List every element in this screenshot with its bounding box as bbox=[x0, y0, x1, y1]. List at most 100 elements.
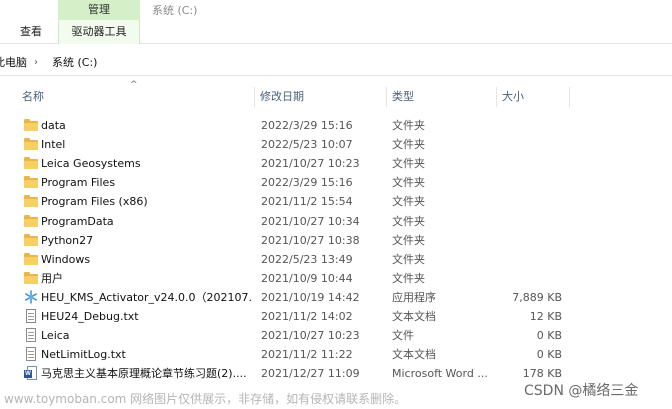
file-row[interactable]: 用户 2021/10/9 10:44 文件夹 bbox=[0, 269, 672, 288]
file-name: 用户 bbox=[41, 271, 63, 285]
file-name: 马克思主义基本原理概论章节练习题(2).... bbox=[41, 367, 247, 381]
file-size bbox=[498, 250, 562, 269]
file-modified-date: 2021/10/9 10:44 bbox=[261, 271, 353, 285]
file-type: 文件夹 bbox=[392, 138, 425, 152]
file-row[interactable]: data 2022/3/29 15:16 文件夹 bbox=[0, 116, 672, 135]
breadcrumb-this-pc[interactable]: 此电脑 bbox=[0, 50, 27, 76]
file-name: ProgramData bbox=[41, 214, 114, 228]
file-type: 文本文档 bbox=[392, 348, 436, 362]
file-name: NetLimitLog.txt bbox=[41, 348, 126, 362]
tab-drive-tools[interactable]: 驱动器工具 bbox=[58, 20, 140, 44]
file-type: 文件夹 bbox=[392, 195, 425, 209]
column-header-modified[interactable]: 修改日期 bbox=[256, 84, 384, 110]
file-name: Program Files (x86) bbox=[41, 195, 148, 209]
column-header-name[interactable]: 名称 bbox=[18, 84, 254, 110]
file-size bbox=[498, 269, 562, 288]
file-type: 文件夹 bbox=[392, 271, 425, 285]
file-name: Leica Geosystems bbox=[41, 157, 141, 171]
file-row[interactable]: Python27 2021/10/27 10:38 文件夹 bbox=[0, 231, 672, 250]
column-divider[interactable] bbox=[386, 87, 387, 107]
file-row[interactable]: Leica 2021/10/27 10:23 文件 0 KB bbox=[0, 326, 672, 345]
file-size bbox=[498, 231, 562, 250]
file-row[interactable]: HEU_KMS_Activator_v24.0.0（202107... 2021/… bbox=[0, 288, 672, 307]
file-row[interactable]: Intel 2022/5/23 10:07 文件夹 bbox=[0, 135, 672, 154]
file-type: 文件夹 bbox=[392, 157, 425, 171]
text-file-icon bbox=[24, 328, 38, 343]
ribbon-context-bar: 管理 系统 (C:) bbox=[0, 0, 672, 20]
column-divider[interactable] bbox=[254, 87, 255, 107]
file-modified-date: 2022/5/23 10:07 bbox=[261, 138, 353, 152]
file-row[interactable]: ProgramData 2021/10/27 10:34 文件夹 bbox=[0, 212, 672, 231]
file-modified-date: 2022/3/29 15:16 bbox=[261, 176, 353, 190]
folder-icon bbox=[24, 214, 38, 228]
file-size bbox=[498, 212, 562, 231]
tab-manage[interactable]: 管理 bbox=[58, 0, 140, 20]
file-type: 文件夹 bbox=[392, 233, 425, 247]
file-type: Microsoft Word ... bbox=[392, 367, 488, 381]
file-row[interactable]: NetLimitLog.txt 2021/11/2 11:22 文本文档 0 KB bbox=[0, 345, 672, 364]
file-type: 文件夹 bbox=[392, 119, 425, 132]
folder-icon bbox=[24, 175, 38, 189]
file-modified-date: 2021/11/2 14:02 bbox=[261, 310, 353, 323]
ribbon-tabs: 查看 驱动器工具 bbox=[0, 20, 672, 44]
folder-icon bbox=[24, 271, 38, 285]
file-type: 文本文档 bbox=[392, 310, 436, 323]
breadcrumb-chevron-icon[interactable]: › bbox=[34, 50, 38, 76]
folder-icon bbox=[24, 137, 38, 151]
file-row[interactable]: Windows 2022/5/23 13:49 文件夹 bbox=[0, 250, 672, 269]
file-name: Windows bbox=[41, 252, 91, 266]
folder-icon bbox=[24, 194, 38, 208]
file-type: 文件夹 bbox=[392, 252, 425, 266]
file-size bbox=[498, 116, 562, 135]
snowflake-app-icon bbox=[24, 290, 38, 304]
folder-icon bbox=[24, 233, 38, 247]
file-name: Python27 bbox=[41, 233, 94, 247]
file-modified-date: 2021/12/27 11:09 bbox=[261, 367, 360, 381]
column-divider[interactable] bbox=[569, 87, 570, 107]
file-modified-date: 2021/11/2 15:54 bbox=[261, 195, 353, 209]
column-header-type[interactable]: 类型 bbox=[388, 84, 494, 110]
text-file-icon bbox=[24, 309, 38, 323]
breadcrumb-drive[interactable]: 系统 (C:) bbox=[52, 50, 97, 76]
file-size: 7,889 KB bbox=[512, 290, 562, 304]
text-file-icon bbox=[24, 347, 38, 362]
file-size bbox=[498, 192, 562, 211]
file-size bbox=[498, 173, 562, 192]
file-type: 文件夹 bbox=[392, 176, 425, 190]
watermark-text: www.toymoban.com 网络图片仅供展示，非存储，如有侵权请联系删除。 bbox=[4, 392, 407, 406]
file-size: 12 KB bbox=[529, 310, 562, 323]
file-modified-date: 2022/3/29 15:16 bbox=[261, 119, 353, 132]
folder-icon bbox=[24, 118, 38, 132]
file-name: data bbox=[41, 119, 66, 132]
window-title: 系统 (C:) bbox=[152, 4, 198, 17]
column-header-row: 名称 修改日期 类型 大小 bbox=[0, 84, 672, 110]
column-header-size[interactable]: 大小 bbox=[498, 84, 568, 110]
address-bar[interactable]: 此电脑 › 系统 (C:) bbox=[0, 50, 672, 76]
file-row[interactable]: HEU24_Debug.txt 2021/11/2 14:02 文本文档 12 KB bbox=[0, 307, 672, 326]
file-row[interactable]: Program Files (x86) 2021/11/2 15:54 文件夹 bbox=[0, 192, 672, 211]
file-name: HEU_KMS_Activator_v24.0.0（202107... bbox=[41, 290, 251, 304]
file-size: 0 KB bbox=[536, 329, 562, 343]
file-type: 文件夹 bbox=[392, 214, 425, 228]
file-size: 0 KB bbox=[536, 348, 562, 362]
file-modified-date: 2021/11/2 11:22 bbox=[261, 348, 353, 362]
file-type: 应用程序 bbox=[392, 290, 436, 304]
column-divider[interactable] bbox=[496, 87, 497, 107]
file-size bbox=[498, 135, 562, 154]
file-row[interactable]: Program Files 2022/3/29 15:16 文件夹 bbox=[0, 173, 672, 192]
file-type: 文件 bbox=[392, 329, 414, 343]
csdn-watermark: CSDN @橘络三金 bbox=[524, 383, 639, 399]
word-doc-icon: W bbox=[24, 366, 38, 381]
file-row[interactable]: Leica Geosystems 2021/10/27 10:23 文件夹 bbox=[0, 154, 672, 173]
file-modified-date: 2022/5/23 13:49 bbox=[261, 252, 353, 266]
file-modified-date: 2021/10/27 10:23 bbox=[261, 329, 360, 343]
file-name: HEU24_Debug.txt bbox=[41, 310, 139, 323]
file-modified-date: 2021/10/27 10:34 bbox=[261, 214, 360, 228]
file-name: Intel bbox=[41, 138, 66, 152]
file-size bbox=[498, 154, 562, 173]
file-modified-date: 2021/10/27 10:38 bbox=[261, 233, 360, 247]
folder-icon bbox=[24, 252, 38, 266]
file-modified-date: 2021/10/27 10:23 bbox=[261, 157, 360, 171]
tab-view[interactable]: 查看 bbox=[20, 20, 42, 44]
file-modified-date: 2021/10/19 14:42 bbox=[261, 290, 360, 304]
